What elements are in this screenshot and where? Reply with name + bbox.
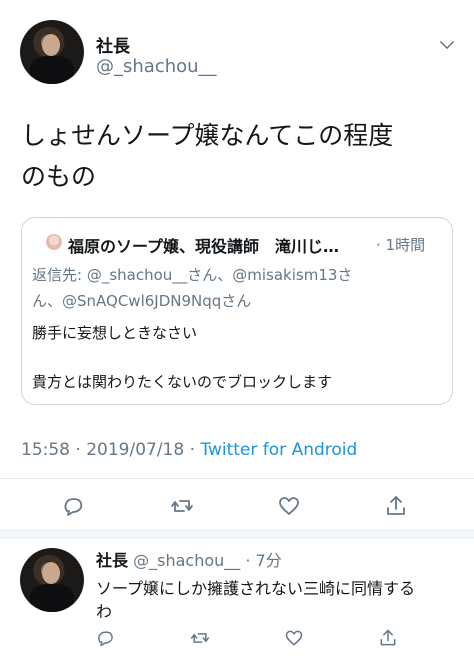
like-icon[interactable] — [284, 628, 304, 648]
reply-handle-time: @_shachou__ · 7分 — [133, 551, 282, 570]
reply-icon[interactable] — [96, 628, 116, 648]
reply-text-line-1: ソープ嬢にしか擁護されない三崎に同情する — [96, 579, 416, 598]
tweet-text-line-2: のもの — [21, 162, 97, 191]
quoted-reply-to-line-2: ん、@SnAQCwl6JDN9Nqqさん — [32, 292, 252, 310]
reply-icon[interactable] — [62, 494, 86, 518]
reply-header: 社長 @_shachou__ · 7分 — [96, 547, 282, 571]
tweet-timestamp: 15:58 · 2019/07/18 · Twitter for Android — [21, 440, 357, 460]
quoted-tweet[interactable]: 福原のソープ嬢、現役講師 滝川じ… · 1時間 返信先: @_shachou__… — [21, 217, 453, 405]
divider — [0, 478, 474, 479]
chevron-down-icon[interactable] — [440, 41, 454, 50]
retweet-icon[interactable] — [190, 628, 210, 648]
quoted-text-line-1: 勝手に妄想しときなさい — [32, 324, 198, 342]
quoted-text-line-2: 貴方とは関わりたくないのでブロックします — [32, 373, 333, 391]
reply-text-line-2: わ — [96, 602, 113, 621]
quoted-author: 福原のソープ嬢、現役講師 滝川じ… — [68, 237, 340, 256]
display-name[interactable]: 社長 — [96, 32, 130, 57]
quoted-avatar — [46, 234, 62, 250]
reply-display-name[interactable]: 社長 — [96, 551, 128, 570]
quoted-reply-to-line-1: 返信先: @_shachou__さん、@misakism13さ — [32, 266, 353, 284]
like-icon[interactable] — [277, 494, 301, 518]
handle[interactable]: @_shachou__ — [96, 56, 217, 77]
reply-avatar[interactable] — [20, 548, 84, 612]
timestamp-text: 15:58 · 2019/07/18 · — [21, 440, 201, 460]
tweet-text-line-1: しょせんソープ嬢なんてこの程度 — [21, 121, 394, 150]
avatar[interactable] — [20, 20, 84, 84]
section-gap — [0, 530, 474, 538]
share-icon[interactable] — [384, 494, 408, 518]
source-link[interactable]: Twitter for Android — [200, 440, 357, 460]
retweet-icon[interactable] — [170, 494, 194, 518]
quoted-time: · 1時間 — [376, 236, 426, 254]
share-icon[interactable] — [378, 628, 398, 648]
